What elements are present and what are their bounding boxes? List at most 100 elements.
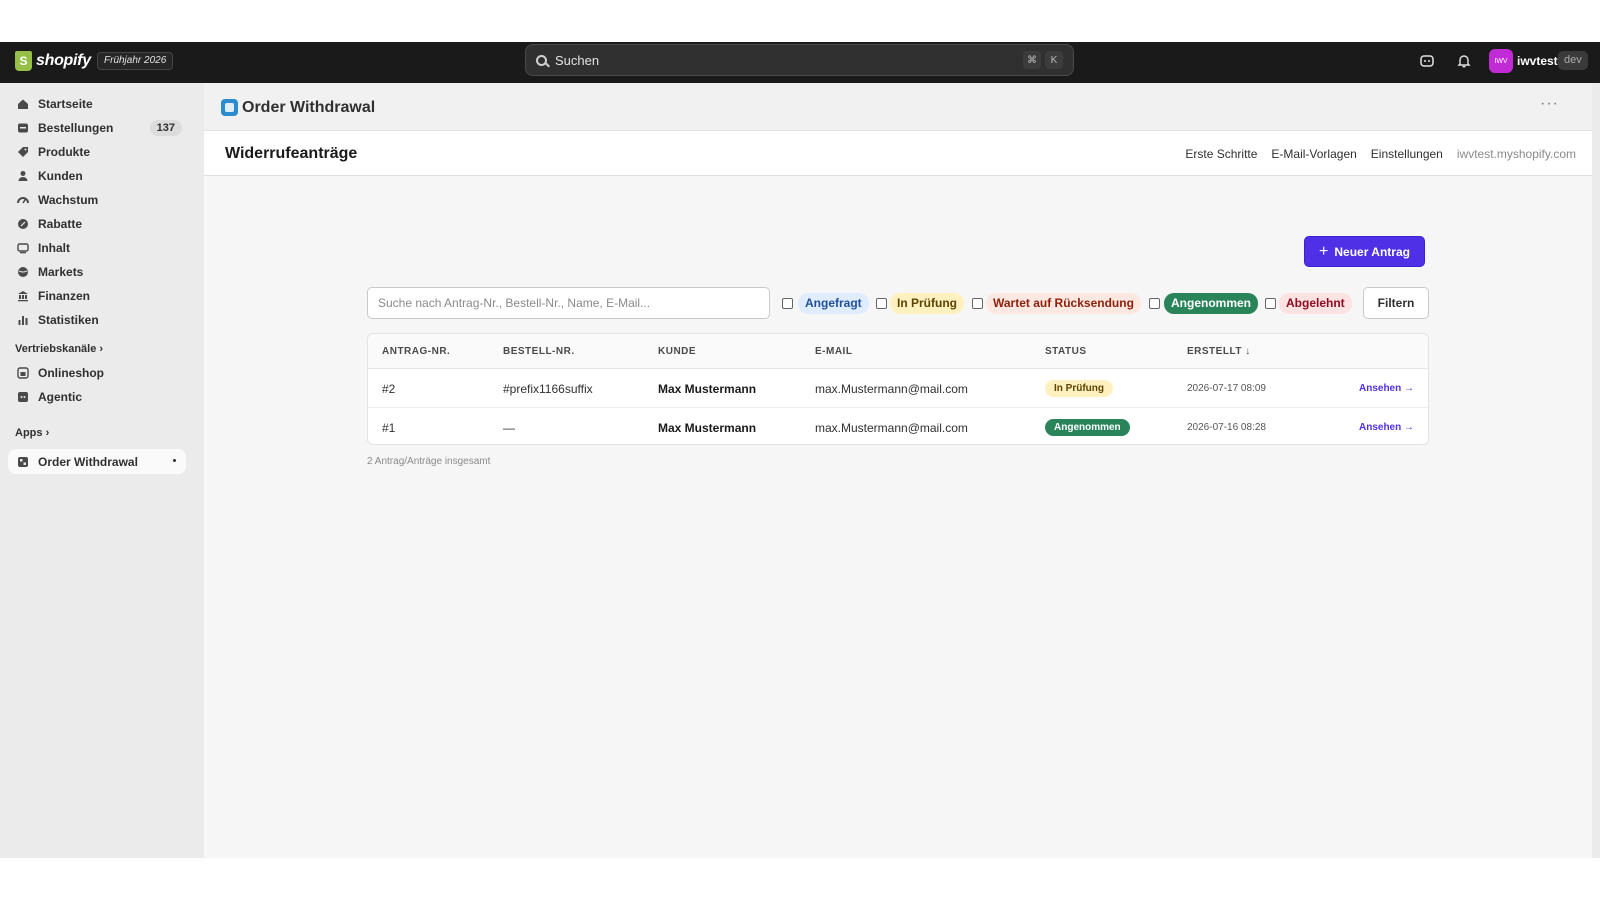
sidebar-item-inhalt[interactable]: Inhalt <box>8 237 186 259</box>
sidekick-icon[interactable] <box>1419 53 1435 69</box>
sidebar-item-label: Order Withdrawal <box>38 454 138 469</box>
sidebar-item-agentic[interactable]: Agentic <box>8 386 186 408</box>
search-icon <box>536 54 547 66</box>
cell-order: — <box>503 421 515 435</box>
app-icon <box>221 99 238 116</box>
requests-table: ANTRAG-NR. BESTELL-NR. KUNDE E-MAIL STAT… <box>367 333 1429 445</box>
brand-text: shopify <box>36 52 91 69</box>
link-einstellungen[interactable]: Einstellungen <box>1371 147 1443 161</box>
cell-order: #prefix1166suffix <box>503 382 593 396</box>
page-bar: Widerrufeanträge Erste Schritte E-Mail-V… <box>204 131 1592 176</box>
sidebar-item-label: Produkte <box>38 145 91 159</box>
col-status[interactable]: STATUS <box>1045 346 1087 357</box>
table-row[interactable]: #2 #prefix1166suffix Max Mustermann max.… <box>368 369 1428 408</box>
person-icon <box>16 170 29 183</box>
sidebar-item-label: Agentic <box>38 390 83 404</box>
bell-icon[interactable] <box>1456 53 1472 69</box>
view-link[interactable]: Ansehen → <box>1359 383 1414 394</box>
sidebar-item-bestellungen[interactable]: Bestellungen 137 <box>8 117 186 139</box>
edition-badge: Frühjahr 2026 <box>97 52 174 70</box>
chevron-right-icon: › <box>45 427 50 439</box>
col-bestell-nr[interactable]: BESTELL-NR. <box>503 346 575 357</box>
app-grid-icon <box>16 455 29 468</box>
gauge-icon <box>16 194 29 207</box>
checkbox-wartet[interactable] <box>972 298 983 309</box>
sidebar-item-markets[interactable]: Markets <box>8 261 186 283</box>
sidebar-item-label: Kunden <box>38 169 83 183</box>
sidebar-item-onlineshop[interactable]: Onlineshop <box>8 362 186 384</box>
col-antrag-nr[interactable]: ANTRAG-NR. <box>382 346 450 357</box>
inbox-icon <box>16 122 29 135</box>
col-erstellt[interactable]: ERSTELLT ↓ <box>1187 346 1251 357</box>
globe-icon <box>16 266 29 279</box>
sidebar: Startseite Bestellungen 137 Produkte Kun… <box>0 83 204 858</box>
sidebar-item-statistiken[interactable]: Statistiken <box>8 309 186 331</box>
main-content: Order Withdrawal ··· Widerrufeanträge Er… <box>204 83 1592 858</box>
cell-created: 2026-07-16 08:28 <box>1187 422 1266 433</box>
status-pill-angefragt[interactable]: Angefragt <box>798 293 869 314</box>
status-pill-angenommen[interactable]: Angenommen <box>1164 293 1259 314</box>
sidebar-item-label: Bestellungen <box>38 121 114 135</box>
link-email-vorlagen[interactable]: E-Mail-Vorlagen <box>1271 147 1356 161</box>
more-actions-icon[interactable]: ··· <box>1540 95 1559 113</box>
sidebar-item-kunden[interactable]: Kunden <box>8 165 186 187</box>
shortcut-key: K <box>1045 51 1063 69</box>
sidebar-item-label: Rabatte <box>38 217 83 231</box>
sidebar-item-label: Wachstum <box>38 193 99 207</box>
col-kunde[interactable]: KUNDE <box>658 346 696 357</box>
checkbox-angenommen[interactable] <box>1149 298 1160 309</box>
filter-button[interactable]: Filtern <box>1363 287 1429 319</box>
new-request-label: Neuer Antrag <box>1334 244 1410 259</box>
new-request-button[interactable]: + Neuer Antrag <box>1304 236 1425 267</box>
link-erste-schritte[interactable]: Erste Schritte <box>1185 147 1257 161</box>
discount-icon <box>16 218 29 231</box>
chevron-right-icon: › <box>99 343 104 355</box>
cell-email: max.Mustermann@mail.com <box>815 421 968 435</box>
sidebar-item-finanzen[interactable]: Finanzen <box>8 285 186 307</box>
sidebar-item-label: Inhalt <box>38 241 70 255</box>
sales-channels-heading[interactable]: Vertriebskanäle › <box>15 343 103 355</box>
apps-label: Apps <box>15 427 43 439</box>
plus-icon: + <box>1319 242 1329 260</box>
checkbox-in-pruefung[interactable] <box>876 298 887 309</box>
global-search[interactable]: Suchen ⌘ K <box>525 44 1074 76</box>
sidebar-item-label: Finanzen <box>38 289 91 303</box>
cell-customer: Max Mustermann <box>658 382 757 396</box>
table-row[interactable]: #1 — Max Mustermann max.Mustermann@mail.… <box>368 408 1428 444</box>
status-pill-wartet[interactable]: Wartet auf Rücksendung <box>986 293 1141 314</box>
avatar[interactable]: IWV <box>1489 49 1513 73</box>
app-header: Order Withdrawal ··· <box>204 83 1592 131</box>
bank-icon <box>16 290 29 303</box>
shortcut-cmd: ⌘ <box>1023 51 1041 69</box>
filter-row: Suche nach Antrag-Nr., Bestell-Nr., Name… <box>367 287 1429 319</box>
request-search-input[interactable]: Suche nach Antrag-Nr., Bestell-Nr., Name… <box>367 287 770 319</box>
sidebar-item-order-withdrawal[interactable]: Order Withdrawal <box>8 449 186 474</box>
checkbox-angefragt[interactable] <box>782 298 793 309</box>
sidebar-item-startseite[interactable]: Startseite <box>8 93 186 115</box>
page-nav: Erste Schritte E-Mail-Vorlagen Einstellu… <box>1185 147 1576 161</box>
bar-chart-icon <box>16 314 29 327</box>
table-header: ANTRAG-NR. BESTELL-NR. KUNDE E-MAIL STAT… <box>368 334 1428 369</box>
view-link[interactable]: Ansehen → <box>1359 422 1414 433</box>
status-badge: In Prüfung <box>1045 380 1113 397</box>
cell-customer: Max Mustermann <box>658 421 757 435</box>
cell-id: #2 <box>382 382 396 396</box>
cell-created: 2026-07-17 08:09 <box>1187 383 1266 394</box>
store-domain: iwvtest.myshopify.com <box>1456 147 1576 161</box>
store-name[interactable]: iwvtest <box>1517 54 1558 68</box>
shopify-logo[interactable]: S shopify <box>15 51 91 71</box>
home-icon <box>16 98 29 111</box>
sidebar-item-rabatte[interactable]: Rabatte <box>8 213 186 235</box>
tag-icon <box>16 146 29 159</box>
sidebar-item-produkte[interactable]: Produkte <box>8 141 186 163</box>
col-email[interactable]: E-MAIL <box>815 346 852 357</box>
request-search-placeholder: Suche nach Antrag-Nr., Bestell-Nr., Name… <box>378 296 651 310</box>
status-pill-in-pruefung[interactable]: In Prüfung <box>890 293 964 314</box>
status-pill-abgelehnt[interactable]: Abgelehnt <box>1279 293 1352 314</box>
page-title: Widerrufeanträge <box>225 145 358 162</box>
sidebar-item-wachstum[interactable]: Wachstum <box>8 189 186 211</box>
sidebar-item-label: Onlineshop <box>38 366 104 380</box>
app-title: Order Withdrawal <box>242 99 376 116</box>
checkbox-abgelehnt[interactable] <box>1265 298 1276 309</box>
apps-heading[interactable]: Apps › <box>15 427 49 439</box>
